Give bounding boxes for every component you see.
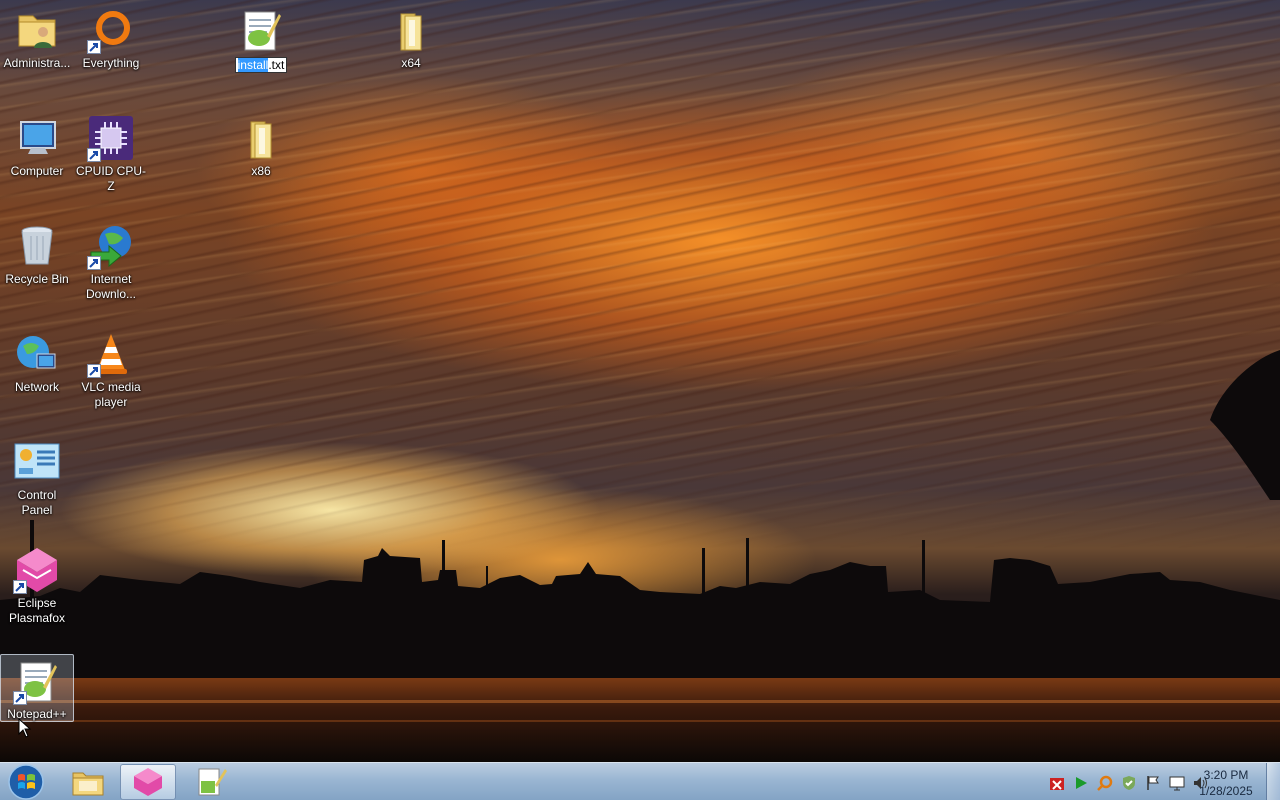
file-explorer-icon (72, 772, 104, 796)
desktop-icon-network[interactable]: Network (0, 324, 74, 395)
user-folder-icon (18, 15, 56, 48)
taskbar-clock[interactable]: 3:20 PM 1/28/2025 (1196, 767, 1256, 799)
start-button[interactable] (4, 764, 48, 800)
show-desktop-button[interactable] (1266, 763, 1280, 800)
desktop-icon-x86-folder[interactable]: x86 (224, 108, 298, 179)
plasmafox-icon (134, 768, 162, 796)
desktop-icon-notepad-plus-plus[interactable]: Notepad++ (0, 654, 74, 722)
control-panel-icon (14, 443, 60, 479)
taskbar-eclipse-plasmafox-button[interactable] (120, 764, 176, 800)
notepad-plus-plus-icon (198, 768, 227, 796)
rename-selected-text: install (237, 58, 269, 72)
media-play-icon[interactable] (1072, 774, 1090, 792)
desktop-icon-install-txt[interactable]: install.txt (224, 0, 298, 73)
shortcut-arrow-icon (87, 256, 101, 270)
system-tray (1048, 773, 1210, 793)
desktop-icon-vlc[interactable]: VLC media player (74, 324, 148, 410)
desktop-icon-label: Control Panel (17, 488, 57, 517)
desktop-icon-label: Administra... (3, 56, 71, 70)
folder-icon (250, 121, 272, 159)
security-shield-icon[interactable] (1120, 774, 1138, 792)
search-icon[interactable] (1096, 774, 1114, 792)
shortcut-arrow-icon (87, 40, 101, 54)
desktop-icon-label: Notepad++ (7, 707, 67, 721)
desktop-icon-internet-download-manager[interactable]: Internet Downlo... (74, 216, 148, 302)
desktop-wallpaper (0, 0, 1280, 762)
taskbar-file-explorer-button[interactable] (60, 764, 116, 800)
display-icon[interactable] (1168, 774, 1186, 792)
network-globe-icon (17, 336, 56, 369)
desktop-icon-cpu-z[interactable]: CPUID CPU-Z (74, 108, 148, 194)
folder-icon (400, 13, 422, 51)
desktop-icon-recycle-bin[interactable]: Recycle Bin (0, 216, 74, 287)
desktop-icon-label: x86 (251, 164, 271, 178)
notepad-plus-plus-file-icon (244, 11, 281, 51)
rename-text-field[interactable]: install.txt (234, 57, 288, 73)
clock-time: 3:20 PM (1203, 768, 1249, 782)
shortcut-arrow-icon (13, 691, 27, 705)
recycle-bin-icon (21, 226, 53, 265)
desktop-icon-label: Internet Downlo... (85, 272, 137, 301)
windows-start-orb-icon (8, 764, 44, 800)
rename-extension-text: .txt (268, 58, 285, 72)
desktop-icon-label: Computer (10, 164, 64, 178)
desktop-icon-label: Recycle Bin (5, 272, 69, 286)
shortcut-arrow-icon (87, 148, 101, 162)
desktop-icon-x64-folder[interactable]: x64 (374, 0, 448, 71)
computer-icon (20, 121, 56, 154)
network-error-icon[interactable] (1048, 774, 1066, 792)
desktop-icon-control-panel[interactable]: Control Panel (0, 432, 74, 518)
clock-date: 1/28/2025 (1199, 784, 1253, 798)
mouse-cursor-icon (18, 718, 32, 738)
desktop-icon-administrator[interactable]: Administra... (0, 0, 74, 71)
desktop-icon-everything[interactable]: Everything (74, 0, 148, 71)
desktop-icon-label: Network (14, 380, 59, 394)
desktop-icon-label: Eclipse Plasmafox (8, 596, 66, 625)
desktop-icon-label: x64 (401, 56, 421, 70)
desktop-icon-label: VLC media player (81, 380, 141, 409)
taskbar-notepad-plus-plus-button[interactable] (182, 764, 238, 800)
shortcut-arrow-icon (13, 580, 27, 594)
shortcut-arrow-icon (87, 364, 101, 378)
desktop-icon-eclipse-plasmafox[interactable]: Eclipse Plasmafox (0, 540, 74, 626)
taskbar: 3:20 PM 1/28/2025 (0, 762, 1280, 800)
action-center-flag-icon[interactable] (1144, 774, 1162, 792)
city-skyline-silhouette (0, 350, 1280, 762)
desktop-icon-computer[interactable]: Computer (0, 108, 74, 179)
desktop-icon-label: CPUID CPU-Z (75, 164, 146, 193)
desktop-icon-label: Everything (82, 56, 140, 70)
